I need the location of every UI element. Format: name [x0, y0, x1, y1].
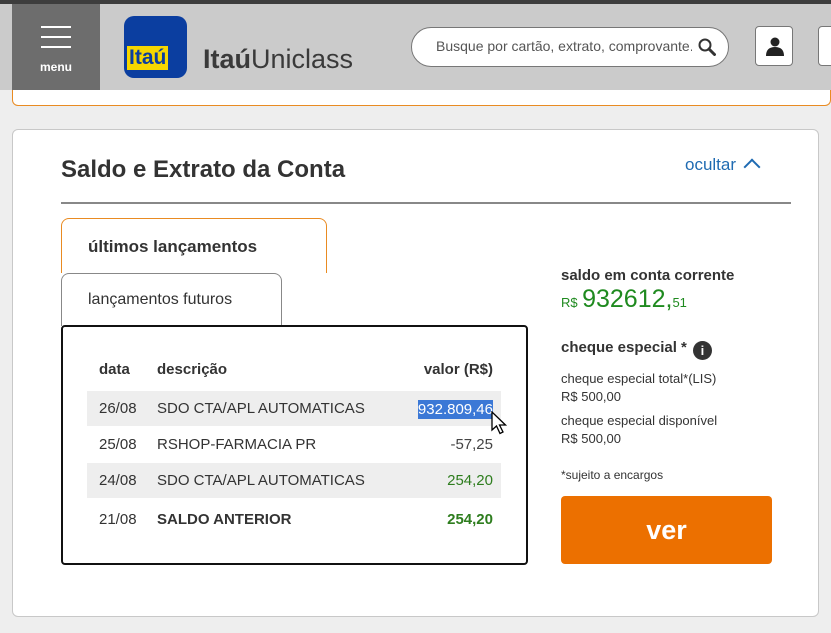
header-value: valor (R$)	[423, 361, 493, 378]
row-date: 26/08	[99, 400, 137, 417]
tab-label: lançamentos futuros	[88, 291, 233, 308]
itau-logo[interactable]: Itaú	[124, 16, 187, 78]
balance-label: saldo em conta corrente	[561, 267, 735, 284]
balance-currency: R$	[561, 295, 578, 310]
info-icon[interactable]: i	[692, 341, 712, 360]
hide-link[interactable]: ocultar	[685, 155, 761, 176]
search-icon[interactable]	[698, 38, 716, 56]
row-description: SALDO ANTERIOR	[157, 511, 292, 528]
header-description: descrição	[157, 361, 228, 378]
brand-bold: Itaú	[203, 44, 252, 74]
overdraft-label-text: cheque especial *	[561, 339, 687, 356]
row-value-selected[interactable]: 932.809,46	[417, 400, 493, 419]
overdraft-label: cheque especial * i	[561, 339, 712, 360]
tab-ultimos-lancamentos[interactable]: últimos lançamentos	[61, 218, 327, 273]
balance-cents: 51	[672, 295, 687, 310]
row-value: 254,20	[447, 511, 493, 528]
table-row[interactable]: 21/08 SALDO ANTERIOR 254,20	[87, 502, 501, 537]
logo-text: Itaú	[127, 46, 169, 70]
mouse-cursor-icon	[491, 411, 508, 435]
balance-value: R$ 932612,51	[561, 285, 687, 314]
row-description: SDO CTA/APL AUTOMATICAS	[157, 472, 365, 489]
search-input[interactable]	[436, 38, 692, 54]
header-date: data	[99, 361, 130, 378]
user-button[interactable]	[755, 26, 793, 66]
overdraft-note: *sujeito a encargos	[561, 468, 664, 482]
user-icon	[766, 37, 784, 56]
chevron-up-icon	[743, 158, 761, 176]
table-row[interactable]: 24/08 SDO CTA/APL AUTOMATICAS 254,20	[87, 463, 501, 498]
title-divider	[61, 202, 791, 204]
brand-name: ItaúUniclass	[203, 44, 353, 75]
overdraft-total-label: cheque especial total*(LIS)	[561, 371, 717, 386]
header-bar: menu Itaú ItaúUniclass	[0, 4, 831, 90]
overdraft-available-label: cheque especial disponível	[561, 413, 718, 428]
row-description: RSHOP-FARMACIA PR	[157, 436, 317, 453]
brand-light: Uniclass	[251, 44, 354, 74]
overdraft-total-value: R$ 500,00	[561, 389, 621, 404]
page-title: Saldo e Extrato da Conta	[61, 156, 346, 183]
row-value: 254,20	[447, 472, 493, 489]
overdraft-available-value: R$ 500,00	[561, 431, 621, 446]
transactions-table: data descrição valor (R$) 26/08 SDO CTA/…	[61, 325, 528, 565]
menu-button[interactable]: menu	[12, 4, 100, 90]
balance-integer: 932612,	[582, 285, 673, 313]
table-row[interactable]: 25/08 RSHOP-FARMACIA PR -57,25	[87, 427, 501, 462]
row-date: 25/08	[99, 436, 137, 453]
hide-link-label: ocultar	[685, 155, 737, 174]
ver-button[interactable]: ver	[561, 496, 772, 564]
hamburger-icon	[41, 26, 71, 56]
balance-card: Saldo e Extrato da Conta ocultar últimos…	[12, 129, 819, 617]
search-box[interactable]	[411, 27, 729, 67]
row-date: 21/08	[99, 511, 137, 528]
table-row[interactable]: 26/08 SDO CTA/APL AUTOMATICAS 932.809,46	[87, 391, 501, 426]
header-extra-button[interactable]	[818, 26, 831, 66]
row-date: 24/08	[99, 472, 137, 489]
row-value: -57,25	[450, 436, 493, 453]
row-description: SDO CTA/APL AUTOMATICAS	[157, 400, 365, 417]
notice-strip	[12, 90, 831, 106]
menu-label: menu	[39, 60, 72, 74]
tab-lancamentos-futuros[interactable]: lançamentos futuros	[61, 273, 282, 326]
tab-label: últimos lançamentos	[88, 237, 258, 256]
